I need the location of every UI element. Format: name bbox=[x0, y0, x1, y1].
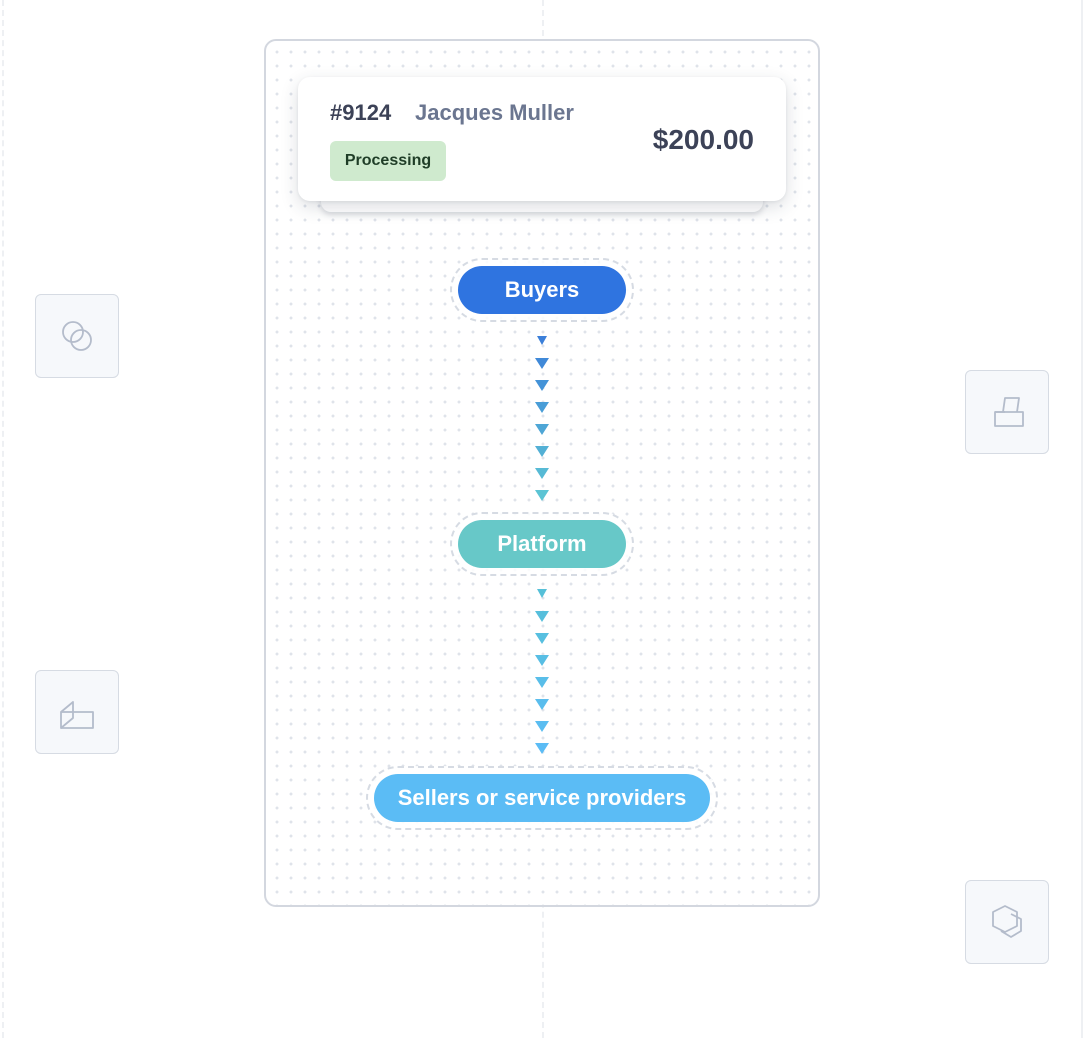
connector-platform-to-sellers bbox=[534, 589, 550, 755]
connector-buyers-to-platform bbox=[534, 336, 550, 502]
arrow-chevron bbox=[535, 424, 549, 435]
arrow-chevron bbox=[535, 677, 549, 688]
buyers-node: Buyers bbox=[458, 266, 626, 314]
stacked-boxes-tile bbox=[965, 370, 1049, 454]
arrow-chevron bbox=[535, 358, 549, 369]
arrow-chevron bbox=[535, 380, 549, 391]
arrow-chevron bbox=[535, 611, 549, 622]
status-badge: Processing bbox=[330, 141, 446, 181]
arrow-chevron bbox=[537, 589, 547, 598]
sellers-node: Sellers or service providers bbox=[374, 774, 710, 822]
arrow-chevron bbox=[535, 699, 549, 710]
arrow-chevron bbox=[535, 721, 549, 732]
arrow-chevrons bbox=[535, 589, 549, 754]
hexagon-icon bbox=[992, 905, 1022, 938]
overlapping-circles-icon bbox=[62, 321, 92, 351]
arrow-chevron bbox=[535, 490, 549, 501]
platform-node: Platform bbox=[458, 520, 626, 568]
guide-line-left bbox=[2, 0, 4, 1038]
stacked-boxes-icon bbox=[994, 397, 1024, 427]
customer-name: Jacques Muller bbox=[415, 100, 574, 125]
arrow-chevron bbox=[535, 655, 549, 666]
arrow-chevron bbox=[535, 633, 549, 644]
arrow-chevron bbox=[535, 402, 549, 413]
guide-line-right bbox=[1081, 0, 1083, 1038]
arrow-chevrons bbox=[535, 336, 549, 501]
folded-box-icon bbox=[60, 701, 94, 729]
overlapping-circles-tile bbox=[35, 294, 119, 378]
arrow-chevron bbox=[535, 743, 549, 754]
hexagon-tile bbox=[965, 880, 1049, 964]
arrow-chevron bbox=[537, 336, 547, 345]
order-amount: $200.00 bbox=[652, 124, 754, 155]
folded-box-tile bbox=[35, 670, 119, 754]
arrow-chevron bbox=[535, 446, 549, 457]
order-card: #9124 Jacques Muller Processing $200.00 bbox=[298, 77, 786, 201]
order-id: #9124 bbox=[330, 100, 392, 125]
arrow-chevron bbox=[535, 468, 549, 479]
